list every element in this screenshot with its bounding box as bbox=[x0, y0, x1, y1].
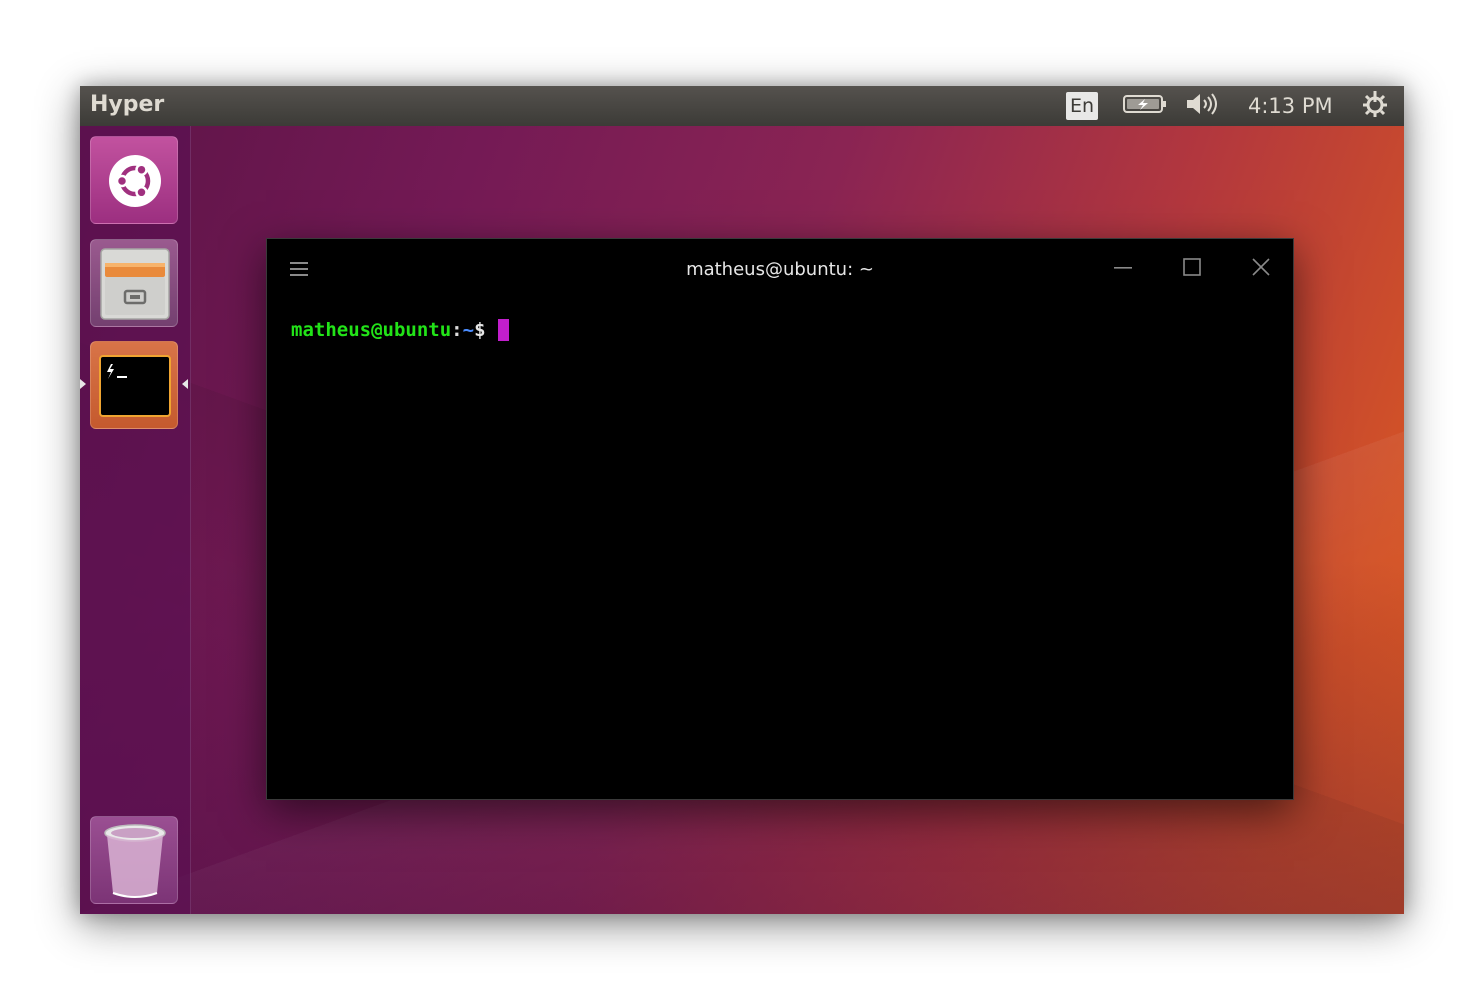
close-button[interactable] bbox=[1249, 257, 1273, 281]
top-panel: Hyper En 4:13 PM bbox=[80, 86, 1404, 126]
system-gear-icon bbox=[1360, 89, 1390, 123]
app-menu-title[interactable]: Hyper bbox=[90, 92, 164, 117]
minimize-button[interactable] bbox=[1111, 257, 1135, 281]
focused-app-pip-right bbox=[182, 379, 188, 389]
volume-indicator[interactable] bbox=[1184, 86, 1224, 126]
prompt-symbol: $ bbox=[474, 319, 486, 341]
launcher-item-hyper[interactable] bbox=[90, 341, 178, 429]
battery-indicator[interactable] bbox=[1122, 86, 1168, 126]
maximize-button[interactable] bbox=[1180, 257, 1204, 281]
trash-icon bbox=[103, 821, 167, 905]
launcher-item-files[interactable] bbox=[90, 239, 178, 327]
battery-charging-icon bbox=[1122, 92, 1168, 120]
ubuntu-logo-icon bbox=[105, 151, 165, 215]
prompt-path: ~ bbox=[462, 319, 475, 341]
clock[interactable]: 4:13 PM bbox=[1248, 86, 1333, 126]
minimize-icon bbox=[1113, 257, 1133, 281]
window-title: matheus@ubuntu: ~ bbox=[686, 259, 874, 280]
maximize-icon bbox=[1182, 257, 1202, 281]
prompt-user-host: matheus@ubuntu bbox=[291, 319, 452, 341]
prompt-colon: : bbox=[451, 319, 463, 341]
active-app-pip-left bbox=[80, 379, 86, 389]
volume-icon bbox=[1184, 91, 1224, 121]
launcher-item-dash[interactable] bbox=[90, 136, 178, 224]
file-cabinet-icon bbox=[99, 247, 171, 325]
keyboard-layout-indicator[interactable]: En bbox=[1066, 86, 1099, 126]
desktop-frame: Hyper En 4:13 PM matheus@ubuntu: ~ mathe… bbox=[80, 86, 1404, 914]
keyboard-layout-label: En bbox=[1066, 92, 1099, 120]
launcher bbox=[80, 126, 191, 914]
text-cursor bbox=[497, 319, 509, 341]
close-icon bbox=[1251, 257, 1271, 281]
session-menu[interactable] bbox=[1360, 86, 1390, 126]
hyper-terminal-window[interactable]: matheus@ubuntu: ~ matheus@ubuntu: ~ $ bbox=[266, 238, 1294, 800]
terminal-prompt[interactable]: matheus@ubuntu: ~ $ bbox=[291, 319, 509, 341]
launcher-item-trash[interactable] bbox=[90, 816, 178, 904]
terminal-icon bbox=[99, 355, 171, 421]
terminal-titlebar[interactable]: matheus@ubuntu: ~ bbox=[267, 239, 1293, 299]
